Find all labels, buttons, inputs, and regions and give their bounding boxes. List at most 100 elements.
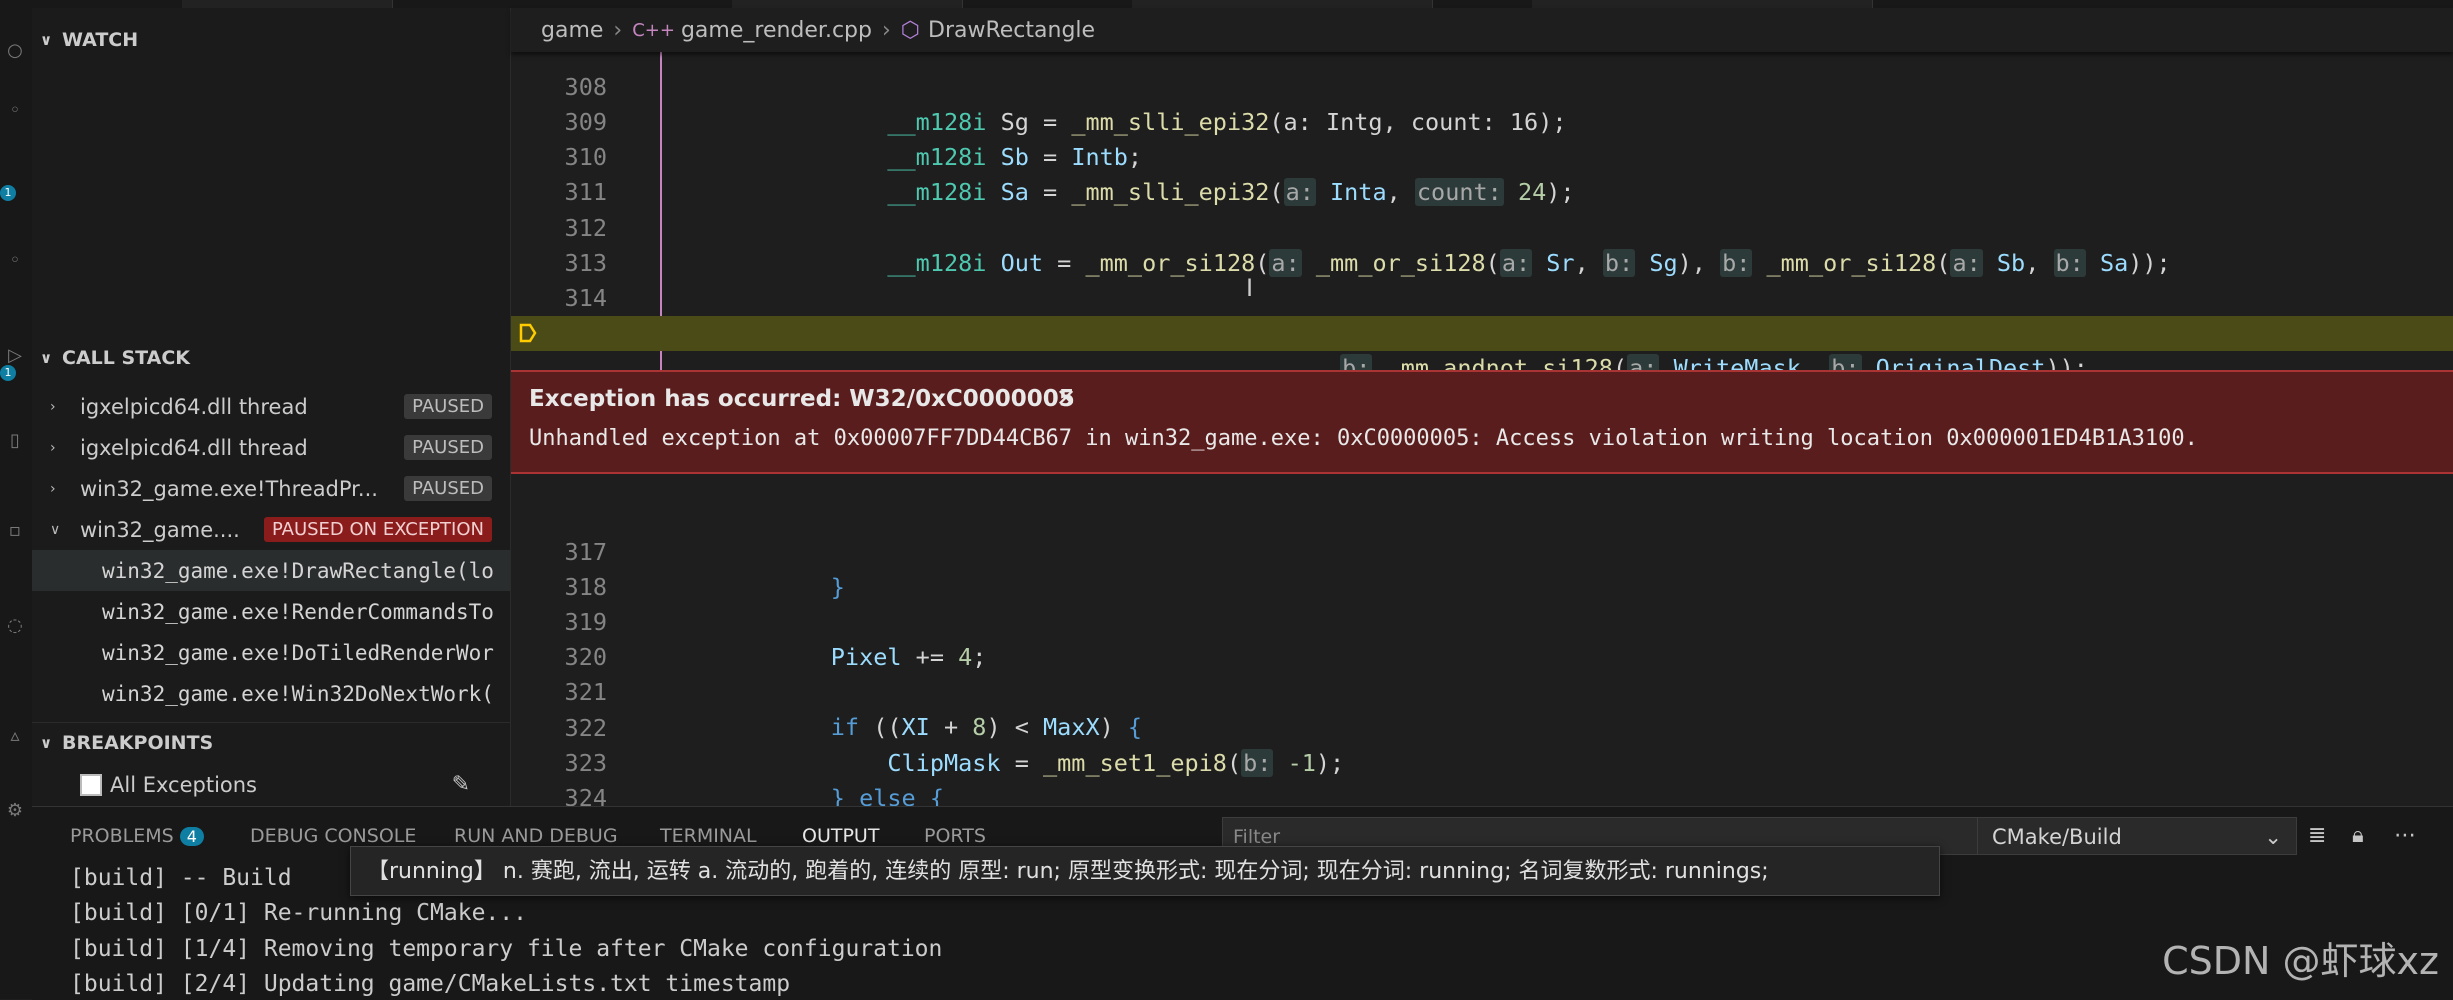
exception-badge: PAUSED ON EXCEPTION bbox=[263, 517, 492, 542]
activity-bar: ○ ◦ 1 ◦ ▷ 1 ▯ ▫ ◌ ▵ ⚙ bbox=[0, 0, 33, 999]
thread-item[interactable]: › win32_game.exe!ThreadPr... PAUSED bbox=[32, 468, 510, 509]
code-line: 322 ClipMask = _mm_set1_epi8(b: -1); bbox=[564, 714, 1345, 777]
run-debug-icon[interactable]: ▷ bbox=[4, 345, 26, 367]
chevron-right-icon: › bbox=[50, 398, 56, 415]
accounts-icon[interactable]: ▵ bbox=[4, 725, 26, 747]
breadcrumb: game › C++ game_render.cpp › ⬡ DrawRecta… bbox=[511, 8, 2453, 52]
watch-title: WATCH bbox=[62, 29, 139, 51]
chevron-down-icon: ⌄ bbox=[2264, 825, 2282, 849]
thread-name: win32_game.exe!ThreadPr... bbox=[80, 476, 378, 501]
chevron-right-icon: › bbox=[613, 17, 623, 43]
stack-frame[interactable]: win32_game.exe!Win32DoNextWork( bbox=[32, 673, 510, 714]
run-debug-badge: 1 bbox=[0, 365, 16, 381]
code-line: 319 Pixel += 4; bbox=[564, 608, 987, 671]
stack-frame-label: win32_game.exe!RenderCommandsTo bbox=[102, 599, 494, 624]
editor-tab-strip bbox=[32, 0, 2453, 8]
watch-section-header[interactable]: ∨ WATCH bbox=[32, 20, 510, 60]
code-line: 311 bbox=[564, 178, 607, 206]
editor-tab[interactable] bbox=[1132, 0, 1433, 8]
current-line-highlight: 316 _mm_store_si128(p: (__m128i *)Pixel,… bbox=[511, 316, 2453, 452]
thread-name: win32_game.... bbox=[80, 517, 240, 542]
stack-frame[interactable]: win32_game.exe!DrawRectangle(lo bbox=[32, 550, 510, 591]
breakpoint-all-exceptions: All Exceptions ✎ bbox=[32, 764, 510, 805]
output-line: [build] [2/4] Updating game/CMakeLists.t… bbox=[70, 971, 791, 997]
stack-frame-label: win32_game.exe!DoTiledRenderWor bbox=[102, 640, 494, 665]
watermark: CSDN @虾球xz bbox=[2162, 939, 2439, 983]
chevron-down-icon: ∨ bbox=[40, 349, 53, 367]
breadcrumb-symbol[interactable]: DrawRectangle bbox=[928, 18, 1095, 43]
output-line: [build] [1/4] Removing temporary file af… bbox=[70, 936, 943, 962]
source-control-badge: 1 bbox=[0, 185, 16, 201]
chevron-down-icon: ∨ bbox=[40, 31, 53, 49]
stack-frame-label: win32_game.exe!Win32DoNextWork( bbox=[102, 681, 494, 706]
thread-name: igxelpicd64.dll thread bbox=[80, 435, 308, 460]
thread-name: igxelpicd64.dll thread bbox=[80, 394, 308, 419]
thread-item[interactable]: › igxelpicd64.dll thread PAUSED bbox=[32, 427, 510, 468]
code-line: 321 if ((XI + 8) < MaxX) { bbox=[564, 678, 1143, 741]
code-line: 310 __m128i Sa = _mm_slli_epi32(a: Inta,… bbox=[564, 143, 1575, 206]
breadcrumb-file[interactable]: game_render.cpp bbox=[681, 18, 872, 43]
all-exceptions-checkbox[interactable] bbox=[80, 773, 102, 796]
more-actions-icon[interactable]: ⋯ bbox=[2394, 823, 2416, 848]
editor-tab[interactable] bbox=[732, 0, 963, 8]
code-line: 318 bbox=[564, 573, 607, 601]
breakpoints-section-header[interactable]: ∨ BREAKPOINTS bbox=[32, 722, 510, 763]
source-control-icon[interactable]: ◦ bbox=[4, 100, 26, 122]
close-icon[interactable]: ✕ bbox=[1056, 384, 1076, 412]
editor-tab[interactable] bbox=[1532, 0, 1873, 8]
code-line: 308 __m128i Sg = _mm_slli_epi32(a: Intg,… bbox=[564, 73, 1567, 136]
settings-gear-icon[interactable]: ⚙ bbox=[4, 800, 26, 822]
output-channel-select[interactable]: CMake/Build ⌄ bbox=[1977, 817, 2297, 855]
debug-current-line-arrow-icon bbox=[519, 323, 537, 343]
dictionary-tooltip: 【running】 n. 赛跑, 流出, 运转 a. 流动的, 跑着的, 连续的… bbox=[350, 846, 1940, 896]
callstack-section-header[interactable]: ∨ CALL STACK bbox=[32, 338, 510, 378]
text-cursor-icon: I bbox=[1246, 274, 1254, 302]
test-icon[interactable]: ▫ bbox=[4, 520, 26, 542]
tab-run-and-debug[interactable]: RUN AND DEBUG bbox=[454, 825, 618, 847]
exception-message: Unhandled exception at 0x00007FF7DD44CB6… bbox=[529, 426, 2198, 451]
code-line: 312 __m128i Out = _mm_or_si128(a: _mm_or… bbox=[564, 214, 2171, 277]
chevron-down-icon: ∨ bbox=[50, 521, 61, 538]
search-icon[interactable]: ○ bbox=[4, 40, 26, 62]
breadcrumb-folder[interactable]: game bbox=[541, 18, 603, 43]
explorer-icon[interactable]: ▯ bbox=[4, 430, 26, 452]
method-cube-icon: ⬡ bbox=[900, 17, 920, 43]
status-badge: PAUSED bbox=[404, 435, 492, 460]
output-channel-value: CMake/Build bbox=[1992, 825, 2122, 849]
thread-item[interactable]: › igxelpicd64.dll thread PAUSED bbox=[32, 386, 510, 427]
code-line: 317 } bbox=[564, 538, 845, 601]
list-filter-icon[interactable]: ≣ bbox=[2308, 823, 2326, 848]
exception-title: Exception has occurred: W32/0xC0000005 bbox=[529, 386, 1075, 412]
stack-frame-label: win32_game.exe!DrawRectangle(lo bbox=[102, 558, 494, 583]
remote-icon[interactable]: ◌ bbox=[4, 615, 26, 637]
chevron-right-icon: › bbox=[50, 480, 56, 497]
debug-sidebar: ∨ WATCH ∨ CALL STACK › igxelpicd64.dll t… bbox=[32, 8, 511, 806]
code-line: 320 bbox=[564, 643, 607, 671]
tab-ports[interactable]: PORTS bbox=[924, 825, 986, 847]
thread-item[interactable]: ∨ win32_game.... PAUSED ON EXCEPTION bbox=[32, 509, 510, 550]
tab-problems-label: PROBLEMS bbox=[70, 825, 174, 847]
code-line: 323 } else { bbox=[564, 749, 944, 806]
all-exceptions-label: All Exceptions bbox=[110, 772, 257, 797]
editor-tab[interactable] bbox=[182, 0, 393, 8]
tab-problems[interactable]: PROBLEMS 4 bbox=[70, 825, 204, 847]
chevron-right-icon: › bbox=[881, 17, 891, 43]
stack-frame[interactable]: win32_game.exe!DoTiledRenderWor bbox=[32, 632, 510, 673]
status-badge: PAUSED bbox=[404, 476, 492, 501]
stack-frame[interactable]: win32_game.exe!RenderCommandsTo bbox=[32, 591, 510, 632]
edit-pencil-icon[interactable]: ✎ bbox=[452, 772, 470, 797]
status-badge: PAUSED bbox=[404, 394, 492, 419]
tab-debug-console[interactable]: DEBUG CONSOLE bbox=[250, 825, 416, 847]
callstack-title: CALL STACK bbox=[62, 347, 191, 369]
output-line: [build] -- Build bbox=[70, 865, 292, 891]
bottom-panel: PROBLEMS 4 DEBUG CONSOLE RUN AND DEBUG TE… bbox=[32, 806, 2453, 1000]
code-line: 325 } bbox=[511, 781, 2453, 806]
code-line: 315 b: _mm_andnot_si128(a: WriteMask, b:… bbox=[565, 319, 2088, 382]
code-line: 313 bbox=[564, 249, 607, 277]
code-line: 309 __m128i Sb = Intb; bbox=[564, 108, 1143, 171]
tab-terminal[interactable]: TERMINAL bbox=[660, 825, 757, 847]
problems-count-badge: 4 bbox=[179, 827, 204, 846]
lock-icon[interactable]: 🔒︎ bbox=[2352, 823, 2364, 848]
extensions-icon[interactable]: ◦ bbox=[4, 250, 26, 272]
code-line: 324 ClipMask = EndClipMask; bbox=[564, 784, 607, 806]
